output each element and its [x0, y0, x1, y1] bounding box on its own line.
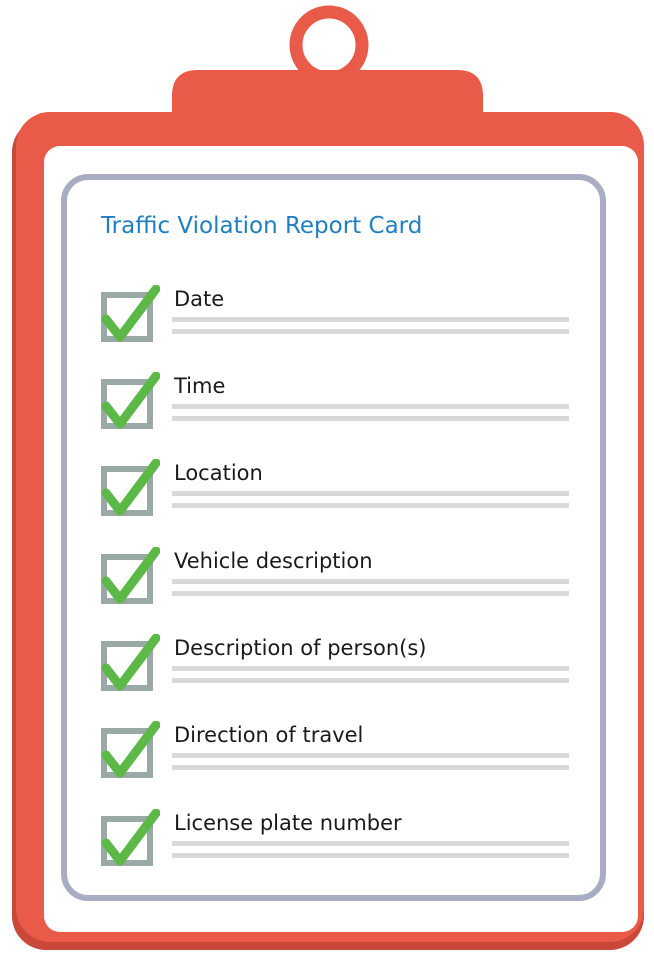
write-in-line: [172, 841, 569, 846]
checklist-item-direction-of-travel: Direction of travel: [100, 719, 570, 789]
write-in-line: [172, 503, 569, 508]
checked-checkbox-icon: [101, 809, 160, 866]
checked-checkbox-icon: [101, 372, 160, 429]
write-in-line: [172, 765, 569, 770]
checked-checkbox-icon: [101, 459, 160, 516]
write-in-line: [172, 666, 569, 671]
checklist-item-time: Time: [100, 370, 570, 440]
checklist-item-license-plate-number: License plate number: [100, 807, 570, 877]
card-title: Traffic Violation Report Card: [101, 213, 423, 239]
write-in-line: [172, 491, 569, 496]
write-in-line: [172, 329, 569, 334]
write-in-line: [172, 753, 569, 758]
write-in-line: [172, 591, 569, 596]
write-in-line: [172, 404, 569, 409]
checklist-item-date: Date: [100, 283, 570, 353]
checklist-item-label: Direction of travel: [174, 723, 364, 747]
write-in-line: [172, 853, 569, 858]
checklist-item-vehicle-description: Vehicle description: [100, 545, 570, 615]
checklist-item-label: Location: [174, 461, 263, 485]
checklist-item-description-of-persons: Description of person(s): [100, 632, 570, 702]
write-in-line: [172, 416, 569, 421]
checklist-item-label: Date: [174, 287, 225, 311]
report-card-illustration: Traffic Violation Report Card Date Time …: [0, 0, 654, 964]
checklist-item-label: Vehicle description: [174, 549, 373, 573]
write-in-line: [172, 579, 569, 584]
checklist-item-label: License plate number: [174, 811, 402, 835]
checklist-item-label: Description of person(s): [174, 636, 427, 660]
checked-checkbox-icon: [101, 634, 160, 691]
checked-checkbox-icon: [101, 721, 160, 778]
write-in-line: [172, 317, 569, 322]
checked-checkbox-icon: [101, 547, 160, 604]
checklist-item-label: Time: [174, 374, 226, 398]
clip-ring: [289, 5, 369, 85]
checked-checkbox-icon: [101, 285, 160, 342]
write-in-line: [172, 678, 569, 683]
checklist-item-location: Location: [100, 457, 570, 527]
